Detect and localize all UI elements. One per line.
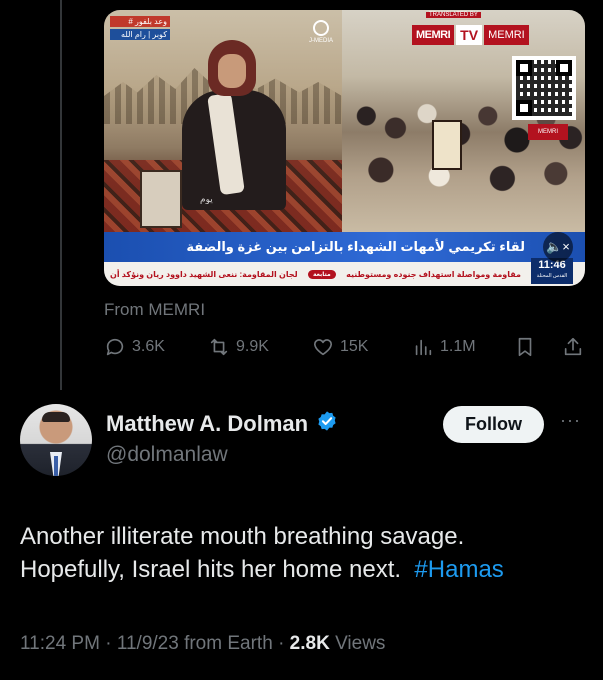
broadcast-clock: 11:46 القدس المحتلة: [531, 258, 573, 284]
post-date[interactable]: 11/9/23: [117, 633, 179, 654]
views-chart-icon: [415, 339, 432, 356]
ticker-text-2: لجان المقاومة: ننعى الشهيد داوود ريان ون…: [110, 269, 298, 279]
media-source-label[interactable]: From MEMRI: [104, 300, 205, 320]
thread-connector-line: [60, 0, 62, 390]
video-right-panel: TRANSLATED BY MEMRI TV MEMRI MEMRI: [342, 10, 585, 232]
verified-badge-icon: [316, 410, 338, 437]
more-options-icon[interactable]: ···: [560, 410, 581, 431]
views-button[interactable]: 1.1M: [412, 336, 476, 358]
memri-sub-label: TRANSLATED BY: [426, 12, 481, 18]
ticker-text-1: مقاومة ومواصلة استهداف جنوده ومستوطنيه: [346, 269, 521, 279]
memri-brand-tv: TV: [456, 25, 483, 45]
channel-tag-top: # وعد بلفور: [110, 16, 170, 27]
reply-button[interactable]: 3.6K: [104, 336, 165, 358]
bookmark-button[interactable]: [514, 336, 536, 358]
share-icon: [564, 337, 582, 356]
view-count: 1.1M: [440, 338, 476, 355]
reply-icon: [106, 338, 124, 356]
video-watermark-text: يوم: [200, 194, 213, 204]
station-logo: J-MEDIA: [308, 20, 334, 52]
video-left-panel: # وعد بلفور كوبر | رام الله J-MEDIA يوم: [104, 10, 342, 232]
martyr-poster: [432, 120, 462, 170]
views-count: 2.8K: [289, 633, 330, 654]
author-handle[interactable]: @dolmanlaw: [106, 443, 228, 467]
heart-icon: [313, 339, 333, 356]
repost-button[interactable]: 9.9K: [208, 336, 269, 358]
memri-brand-right: MEMRI: [484, 25, 529, 45]
hashtag-link[interactable]: #Hamas: [414, 556, 503, 583]
post-text-line-2: Hopefully, Israel hits her home next. #H…: [20, 553, 590, 586]
like-count: 15K: [340, 338, 369, 355]
ticker-pill: متابعة: [308, 269, 336, 279]
views-label: Views: [335, 633, 386, 654]
author-row: Matthew A. Dolman: [106, 410, 338, 437]
post-time[interactable]: 11:24 PM: [20, 633, 100, 654]
memri-brand-left: MEMRI: [412, 25, 455, 45]
clock-label: القدس المحتلة: [536, 273, 568, 279]
quoted-video-media[interactable]: # وعد بلفور كوبر | رام الله J-MEDIA يوم …: [104, 10, 585, 286]
author-name[interactable]: Matthew A. Dolman: [106, 411, 308, 437]
meta-separator: ·: [278, 633, 285, 654]
post-text-line-2-prefix: Hopefully, Israel hits her home next.: [20, 556, 402, 583]
repost-icon: [210, 338, 228, 356]
avatar[interactable]: [20, 404, 92, 476]
post-text: Another illiterate mouth breathing savag…: [20, 520, 590, 586]
memri-tv-logo: TRANSLATED BY MEMRI TV MEMRI: [412, 12, 562, 48]
news-ticker: مقاومة ومواصلة استهداف جنوده ومستوطنيه م…: [104, 262, 585, 286]
repost-count: 9.9K: [236, 338, 269, 355]
post-source: from Earth: [184, 633, 273, 654]
qr-code: [512, 56, 576, 120]
post-metadata: 11:24 PM · 11/9/23 from Earth · 2.8K Vie…: [20, 633, 385, 655]
channel-tag: # وعد بلفور كوبر | رام الله: [110, 16, 170, 40]
mute-icon[interactable]: 🔈×: [543, 232, 573, 262]
post-text-line-1: Another illiterate mouth breathing savag…: [20, 523, 465, 550]
headline-text: لقاء تكريمي لأمهات الشهداء بالتزامن بين …: [186, 239, 525, 254]
headline-banner: لقاء تكريمي لأمهات الشهداء بالتزامن بين …: [104, 232, 585, 262]
reply-count: 3.6K: [132, 338, 165, 355]
post-action-bar: 3.6K 9.9K 15K 1.1M: [104, 336, 589, 368]
share-button[interactable]: [562, 336, 584, 358]
memri-tag: MEMRI: [528, 124, 568, 140]
speaker-figure: [174, 40, 292, 210]
like-button[interactable]: 15K: [312, 336, 368, 358]
channel-tag-bottom: كوبر | رام الله: [110, 29, 170, 40]
meta-separator: ·: [105, 633, 112, 654]
bookmark-icon: [518, 337, 532, 357]
follow-button[interactable]: Follow: [443, 406, 544, 443]
